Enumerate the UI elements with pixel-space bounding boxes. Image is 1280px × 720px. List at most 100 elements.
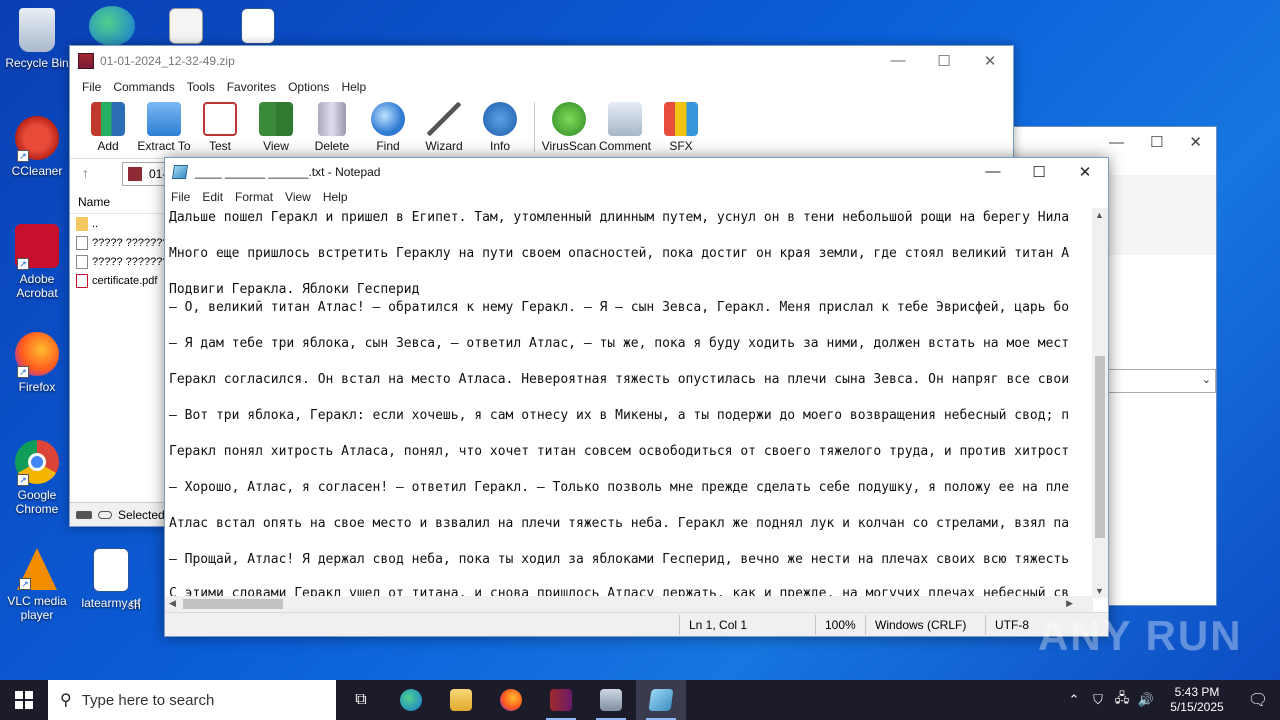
desktop-icon-image[interactable]: [150, 8, 222, 48]
scroll-up-icon[interactable]: ▲: [1095, 210, 1104, 220]
text-editor[interactable]: Дальше пошел Геракл и пришел в Египет. Т…: [165, 208, 1093, 596]
notification-icon[interactable]: 🗨: [1236, 690, 1280, 710]
minimize-icon[interactable]: —: [970, 163, 1016, 181]
maximize-icon[interactable]: ☐: [921, 52, 967, 70]
taskbar-notepad[interactable]: [636, 680, 686, 720]
start-button[interactable]: [0, 680, 48, 720]
volume-icon[interactable]: 🔊: [1134, 692, 1158, 708]
file-name: ..: [92, 217, 99, 230]
folder-icon: [76, 216, 88, 231]
trash-can-icon: [318, 102, 346, 136]
menu-commands[interactable]: Commands: [107, 80, 180, 94]
add-button[interactable]: Add: [80, 102, 136, 153]
status-bar: Ln 1, Col 1 100% Windows (CRLF) UTF-8: [165, 612, 1108, 636]
chevron-up-icon[interactable]: ⌃: [1062, 692, 1086, 708]
magic-wand-icon: [427, 102, 461, 136]
notepad-window[interactable]: ____ ______ ______.txt - Notepad — ☐ ✕ F…: [164, 157, 1109, 637]
minimize-icon[interactable]: —: [1109, 134, 1124, 151]
clock[interactable]: 5:43 PM 5/15/2025: [1158, 685, 1236, 715]
menu-help[interactable]: Help: [335, 80, 372, 94]
recycle-bin-icon: [19, 8, 55, 52]
window-title: 01-01-2024_12-32-49.zip: [100, 54, 235, 68]
vertical-scrollbar[interactable]: ▲ ▼: [1092, 208, 1108, 598]
taskbar-edge[interactable]: [386, 680, 436, 720]
maximize-icon[interactable]: ☐: [1150, 133, 1163, 151]
desktop-icon-chrome[interactable]: ↗ Google Chrome: [1, 440, 73, 516]
maximize-icon[interactable]: ☐: [1016, 163, 1062, 181]
search-placeholder: Type here to search: [81, 691, 215, 709]
menu-format[interactable]: Format: [229, 190, 279, 204]
extract-to-button[interactable]: Extract To: [136, 102, 192, 153]
desktop-icon-acrobat[interactable]: ↗ Adobe Acrobat: [1, 224, 73, 300]
delete-button[interactable]: Delete: [304, 102, 360, 153]
info-button[interactable]: Info: [472, 102, 528, 153]
search-box[interactable]: ⚲ Type here to search: [48, 680, 336, 720]
desktop-icon-vlc[interactable]: ↗ VLC media player: [1, 548, 73, 622]
menu-edit[interactable]: Edit: [196, 190, 229, 204]
status-text: Selected: [118, 507, 165, 522]
horizontal-scrollbar[interactable]: ◀ ▶: [165, 596, 1093, 612]
list-item[interactable]: ????? ?????????: [70, 252, 170, 271]
comment-button[interactable]: Comment: [597, 102, 653, 153]
divider: [985, 615, 986, 635]
toolbar: Add Extract To Test View Delete Find Wiz…: [70, 98, 1013, 156]
desktop-icon-firefox[interactable]: ↗ Firefox: [1, 332, 73, 394]
list-item[interactable]: certificate.pdf: [70, 271, 170, 290]
menu-file[interactable]: File: [76, 80, 107, 94]
security-icon[interactable]: ⛉: [1086, 692, 1110, 708]
list-item[interactable]: ????? ?????????: [70, 233, 170, 252]
desktop-icon-sh[interactable]: sh: [128, 598, 168, 612]
taskbar-firefox[interactable]: [486, 680, 536, 720]
line-ending: Windows (CRLF): [875, 618, 967, 632]
close-icon[interactable]: ✕: [1189, 133, 1202, 151]
taskbar-app[interactable]: [586, 680, 636, 720]
column-header-name[interactable]: Name: [70, 190, 170, 214]
menu-favorites[interactable]: Favorites: [221, 80, 282, 94]
books-icon: [91, 102, 125, 136]
pdf-file-icon: [76, 273, 88, 288]
search-icon: ⚲: [60, 692, 72, 709]
notepad-icon: [648, 689, 674, 711]
clipboard-check-icon: [203, 102, 237, 136]
menu-help[interactable]: Help: [317, 190, 354, 204]
zoom-level: 100%: [825, 618, 856, 632]
text-line: – Вот три яблока, Геракл: если хочешь, я…: [169, 408, 1070, 423]
desktop-icon-edge[interactable]: [76, 6, 148, 50]
text-line: – Я дам тебе три яблока, сын Зевса, – от…: [169, 336, 1070, 351]
desktop-icon-label: Google Chrome: [15, 488, 59, 516]
text-line: Геракл согласился. Он встал на место Атл…: [169, 372, 1070, 387]
menu-tools[interactable]: Tools: [181, 80, 221, 94]
taskbar-winrar[interactable]: [536, 680, 586, 720]
sfx-button[interactable]: SFX: [653, 102, 709, 153]
scroll-thumb[interactable]: [1095, 356, 1105, 538]
list-item[interactable]: ..: [70, 214, 170, 233]
button-label: Find: [376, 139, 400, 153]
desktop-icon-recycle-bin[interactable]: Recycle Bin: [1, 8, 73, 70]
network-icon[interactable]: 🖧: [1110, 689, 1134, 711]
close-icon[interactable]: ✕: [1062, 163, 1108, 181]
clock-date: 5/15/2025: [1170, 700, 1224, 714]
find-button[interactable]: Find: [360, 102, 416, 153]
wizard-button[interactable]: Wizard: [416, 102, 472, 153]
chevron-down-icon: ⌄: [1201, 374, 1211, 386]
scroll-right-icon[interactable]: ▶: [1066, 598, 1073, 609]
desktop-icon-word[interactable]: [222, 8, 294, 48]
file-name: ????? ?????????: [92, 255, 170, 268]
divider: [679, 615, 680, 635]
virusscan-button[interactable]: VirusScan: [541, 102, 597, 153]
desktop-icon-ccleaner[interactable]: ↗ CCleaner: [1, 116, 73, 178]
arrow-up-icon[interactable]: ↑: [82, 165, 89, 181]
menu-view[interactable]: View: [279, 190, 317, 204]
scroll-left-icon[interactable]: ◀: [169, 598, 176, 609]
close-icon[interactable]: ✕: [967, 52, 1013, 70]
scroll-down-icon[interactable]: ▼: [1095, 586, 1104, 596]
view-button[interactable]: View: [248, 102, 304, 153]
menu-options[interactable]: Options: [282, 80, 335, 94]
task-view-button[interactable]: ⧉: [336, 680, 386, 720]
minimize-icon[interactable]: —: [875, 52, 921, 70]
taskbar-file-explorer[interactable]: [436, 680, 486, 720]
scroll-thumb[interactable]: [183, 599, 283, 609]
test-button[interactable]: Test: [192, 102, 248, 153]
button-label: Add: [97, 139, 119, 153]
menu-file[interactable]: File: [165, 190, 196, 204]
